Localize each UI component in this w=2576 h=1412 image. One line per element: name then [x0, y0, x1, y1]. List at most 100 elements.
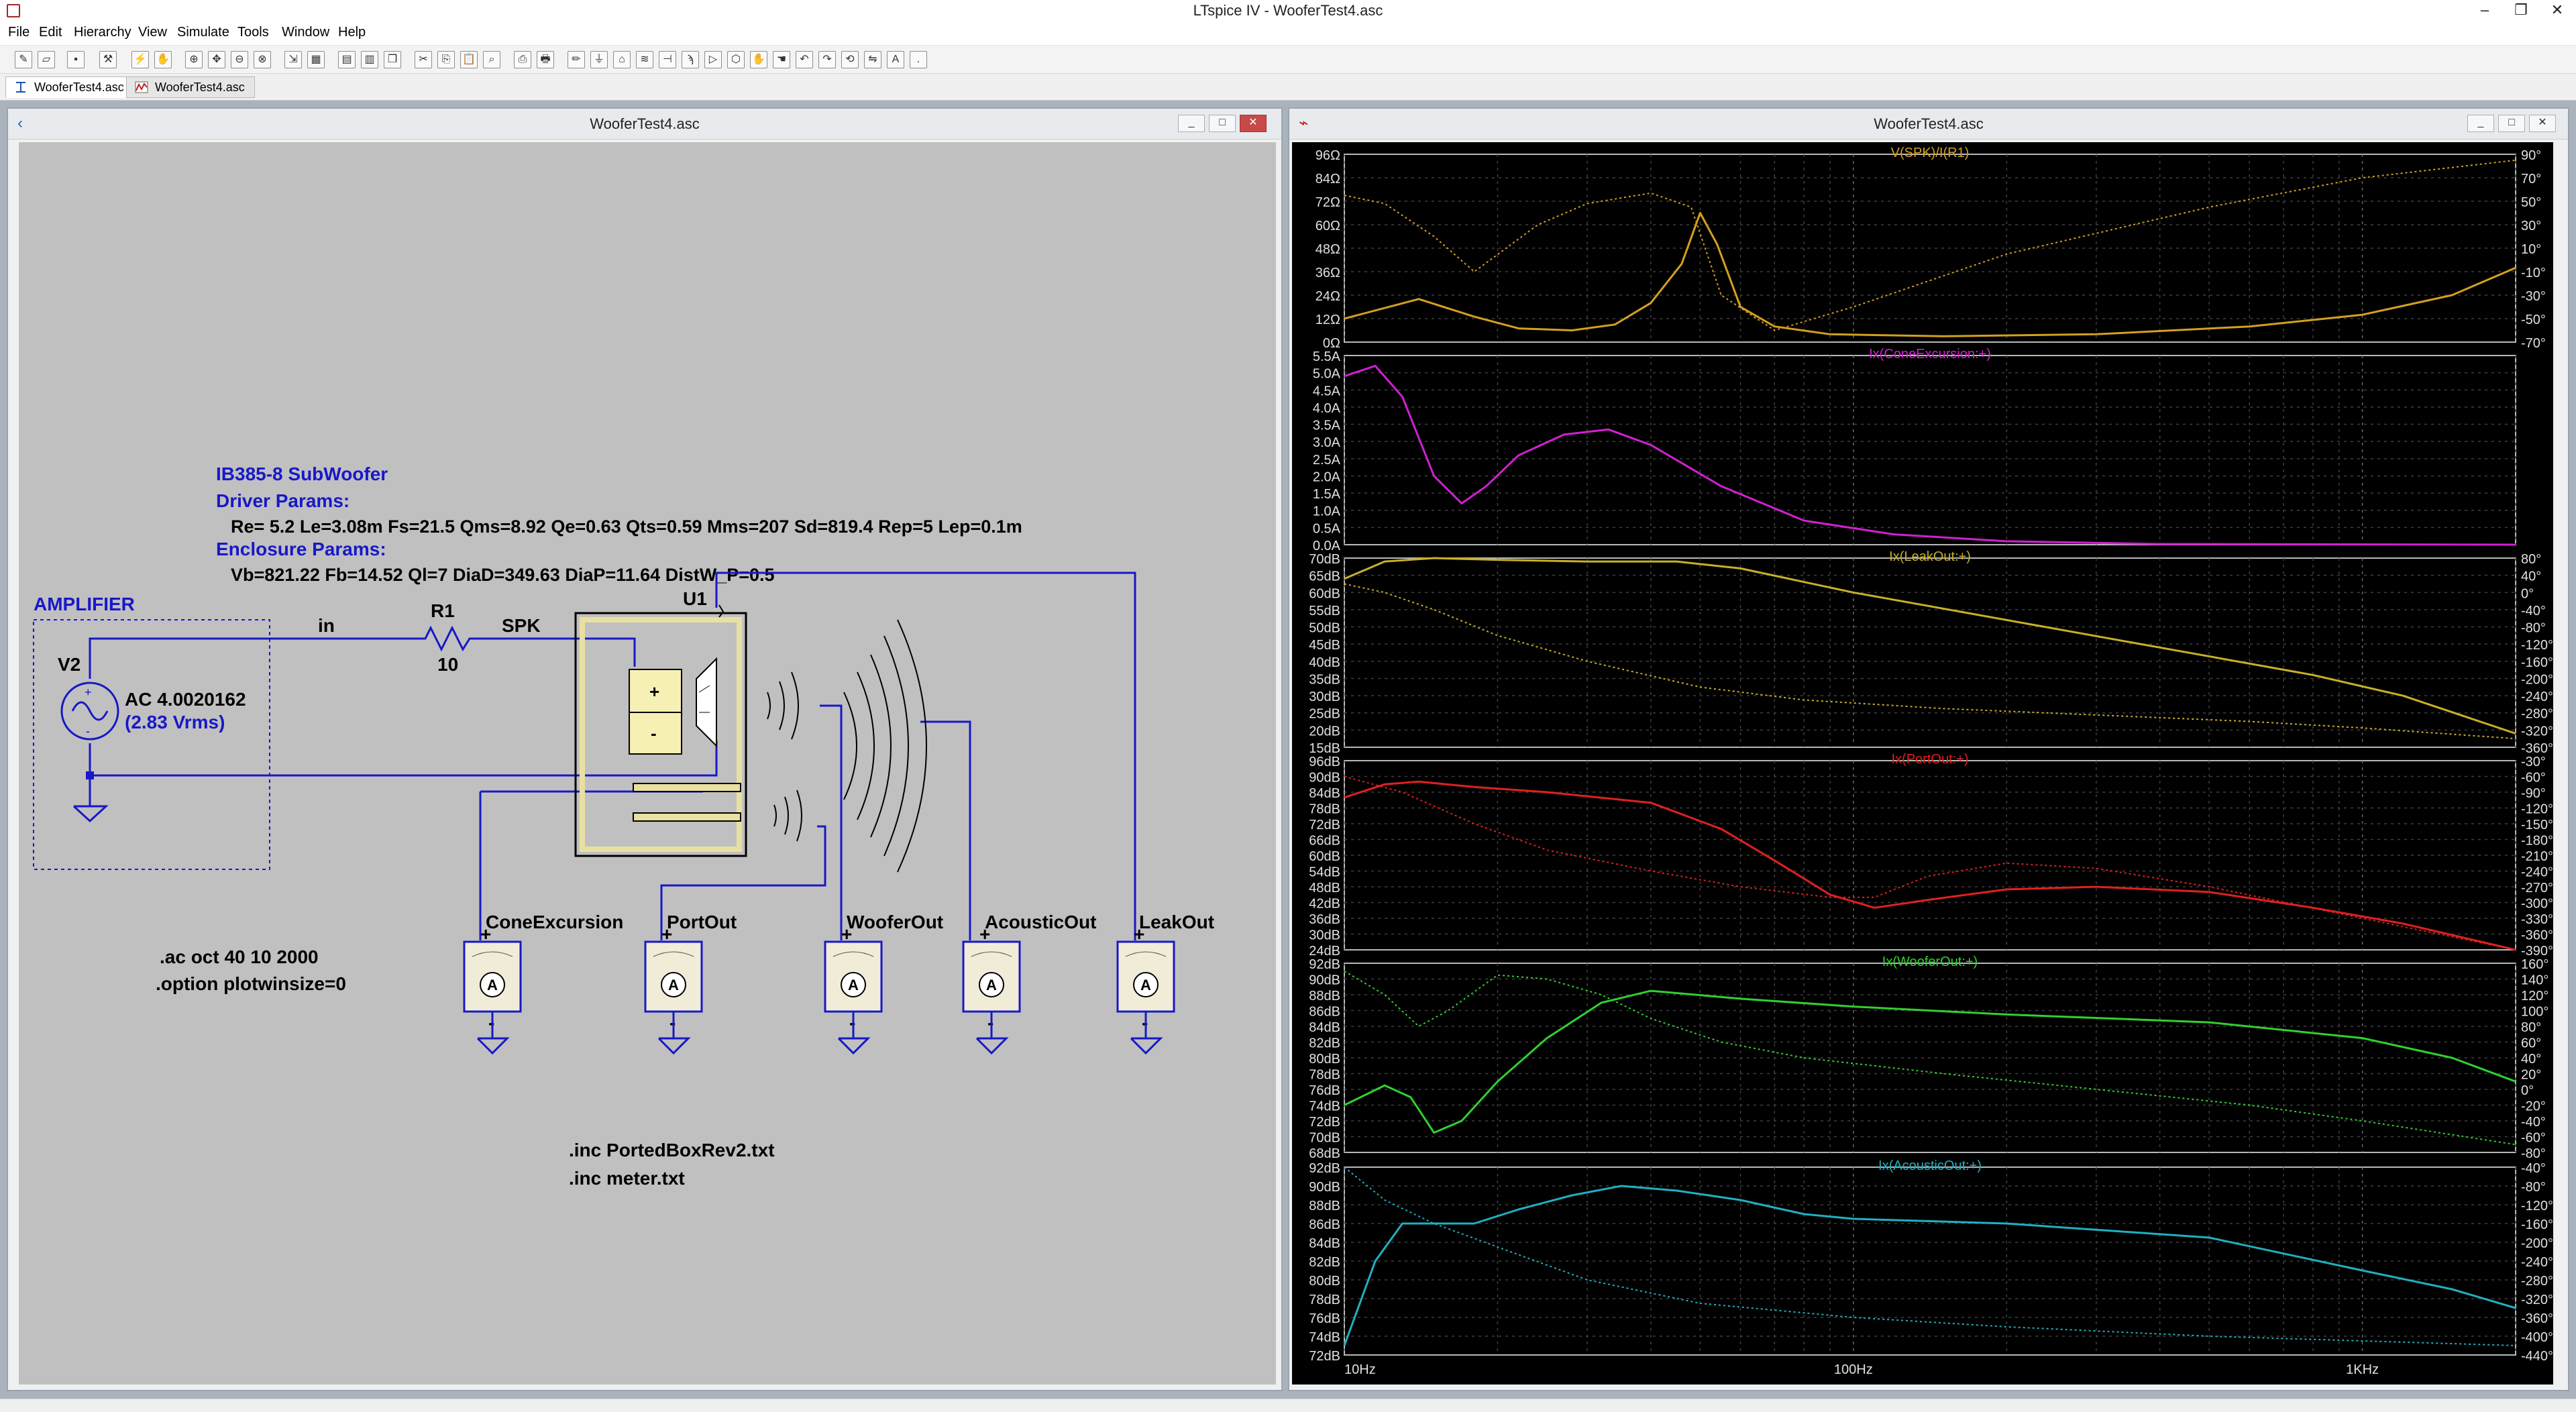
u1-name[interactable]: U1 [683, 588, 707, 609]
copy-icon[interactable]: ⎘ [437, 51, 455, 68]
menu-hierarchy[interactable]: Hierarchy [74, 25, 131, 40]
save-icon[interactable]: ▪ [67, 51, 85, 68]
capacitor-icon[interactable]: ⊣ [659, 51, 676, 68]
zoom-pan-icon[interactable]: ✥ [208, 51, 225, 68]
net-label-spk[interactable]: SPK [502, 615, 541, 636]
schematic-canvas[interactable]: IB385-8 SubWoofer Driver Params: Re= 5.2… [19, 142, 1276, 1384]
rotate-icon[interactable]: ⟲ [841, 51, 859, 68]
svg-text:A: A [986, 977, 997, 993]
meter-label-cone-excursion[interactable]: ConeExcursion [486, 912, 623, 932]
redo-icon[interactable]: ↷ [818, 51, 836, 68]
pane-4-right-tick: -90° [2521, 786, 2546, 801]
tab-waveform[interactable]: WooferTest4.asc [126, 76, 255, 98]
pane-3-left-tick: 25dB [1309, 707, 1340, 722]
new-schematic-icon[interactable]: ✎ [15, 51, 32, 68]
move-icon[interactable]: ✋ [750, 51, 767, 68]
driver-params-text[interactable]: Re= 5.2 Le=3.08m Fs=21.5 Qms=8.92 Qe=0.6… [231, 517, 1022, 537]
halt-icon[interactable]: ✋ [154, 51, 172, 68]
schematic-maximize-button[interactable]: □ [1209, 115, 1236, 132]
v2-source[interactable]: + - [60, 682, 119, 741]
meter-leak-out[interactable]: A + - [1116, 924, 1175, 1055]
schematic-window-titlebar[interactable]: ‹ WooferTest4.asc _ □ ✕ [8, 109, 1281, 140]
wires[interactable] [89, 572, 1136, 940]
draw-wire-icon[interactable]: ✏ [568, 51, 585, 68]
meter-label-acoustic-out[interactable]: AcousticOut [985, 912, 1096, 932]
tile-horizontal-icon[interactable]: ▤ [338, 51, 356, 68]
driver-params-label[interactable]: Driver Params: [216, 490, 350, 511]
component-icon[interactable]: ⬡ [727, 51, 745, 68]
close-button[interactable]: ✕ [2538, 0, 2576, 21]
inductor-icon[interactable]: ϡ [682, 51, 699, 68]
grid-icon[interactable]: ▦ [307, 51, 325, 68]
r1-resistor[interactable] [415, 625, 475, 652]
diode-icon[interactable]: ▷ [704, 51, 722, 68]
menu-simulate[interactable]: Simulate [177, 25, 229, 40]
menu-window[interactable]: Window [282, 25, 329, 40]
tab-schematic[interactable]: WooferTest4.asc [5, 76, 134, 98]
waveform-window-titlebar[interactable]: ⌁ WooferTest4.asc _ □ ✕ [1289, 109, 2568, 140]
directive-inc-meter[interactable]: .inc meter.txt [569, 1168, 685, 1189]
schematic-drawing[interactable]: IB385-8 SubWoofer Driver Params: Re= 5.2… [19, 142, 1276, 1384]
waveform-close-button[interactable]: ✕ [2529, 115, 2556, 132]
v2-value[interactable]: AC 4.0020162 [125, 689, 246, 710]
pane-1-right-tick: -70° [2521, 336, 2546, 351]
schematic-close-button[interactable]: ✕ [1240, 115, 1267, 132]
waveform-maximize-button[interactable]: □ [2498, 115, 2525, 132]
drag-icon[interactable]: ☚ [773, 51, 790, 68]
enclosure-params-label[interactable]: Enclosure Params: [216, 539, 386, 559]
meter-port-out[interactable]: A + - [644, 924, 703, 1055]
schematic-minimize-button[interactable]: _ [1178, 115, 1205, 132]
amplifier-label[interactable]: AMPLIFIER [34, 594, 135, 614]
menu-edit[interactable]: Edit [39, 25, 62, 40]
menu-file[interactable]: File [8, 25, 30, 40]
autorange-icon[interactable]: ⇲ [284, 51, 302, 68]
zoom-out-icon[interactable]: ⊖ [231, 51, 248, 68]
schematic-heading[interactable]: IB385-8 SubWoofer [216, 464, 388, 484]
menu-tools[interactable]: Tools [237, 25, 269, 40]
waveform-minimize-button[interactable]: _ [2467, 115, 2494, 132]
r1-value[interactable]: 10 [437, 654, 458, 675]
meter-cone-excursion[interactable]: A + - [463, 924, 522, 1055]
ground-symbol[interactable] [72, 775, 109, 823]
zoom-fit-icon[interactable]: ⊗ [254, 51, 271, 68]
control-panel-icon[interactable]: ⚒ [99, 51, 117, 68]
open-icon[interactable]: ▱ [38, 51, 55, 68]
cascade-icon[interactable]: ❐ [384, 51, 401, 68]
ground-icon[interactable]: ⏚ [590, 51, 608, 68]
directive-inc-ported-box[interactable]: .inc PortedBoxRev2.txt [569, 1140, 775, 1160]
mirror-icon[interactable]: ⇋ [864, 51, 881, 68]
restore-button[interactable]: ❐ [2502, 0, 2540, 21]
meter-label-leak-out[interactable]: LeakOut [1139, 912, 1214, 932]
minimize-button[interactable]: – [2466, 0, 2504, 21]
pane-4-left-tick: 78dB [1309, 802, 1340, 817]
net-label-in[interactable]: in [318, 615, 335, 636]
meter-label-woofer-out[interactable]: WooferOut [847, 912, 943, 932]
u1-speaker-symbol[interactable]: + - [574, 604, 747, 857]
cut-icon[interactable]: ✂ [415, 51, 432, 68]
r1-name[interactable]: R1 [431, 600, 455, 621]
zoom-in-icon[interactable]: ⊕ [185, 51, 203, 68]
waveform-plots[interactable]: 96Ω 84Ω 72Ω 60Ω 48Ω 36Ω 24Ω 12Ω 0Ω 90° 70° 50° 30° 10… [1292, 142, 2553, 1384]
print-icon[interactable]: 🖶 [537, 51, 554, 68]
directive-ac[interactable]: .ac oct 40 10 2000 [160, 946, 319, 967]
waveform-plot-area[interactable]: 96Ω 84Ω 72Ω 60Ω 48Ω 36Ω 24Ω 12Ω 0Ω 90° 70° 50° 30° 10… [1292, 142, 2553, 1384]
label-net-icon[interactable]: ⌂ [613, 51, 631, 68]
meter-label-port-out[interactable]: PortOut [667, 912, 737, 932]
find-icon[interactable]: ⌕ [483, 51, 500, 68]
meter-woofer-out[interactable]: A + - [824, 924, 883, 1055]
directive-option[interactable]: .option plotwinsize=0 [156, 973, 346, 994]
menu-help[interactable]: Help [338, 25, 366, 40]
undo-icon[interactable]: ↶ [796, 51, 813, 68]
meter-acoustic-out[interactable]: A + - [962, 924, 1021, 1055]
enclosure-params-text[interactable]: Vb=821.22 Fb=14.52 Ql=7 DiaD=349.63 DiaP… [231, 565, 775, 585]
tile-vertical-icon[interactable]: ▥ [361, 51, 378, 68]
menu-view[interactable]: View [138, 25, 167, 40]
text-icon[interactable]: A [887, 51, 904, 68]
print-setup-icon[interactable]: ⎙ [514, 51, 531, 68]
v2-rms-comment[interactable]: (2.83 Vrms) [125, 712, 225, 732]
v2-name[interactable]: V2 [58, 654, 80, 675]
run-icon[interactable]: ⚡ [131, 51, 149, 68]
resistor-icon[interactable]: ≋ [636, 51, 653, 68]
paste-icon[interactable]: 📋 [460, 51, 478, 68]
spice-directive-icon[interactable]: . [910, 51, 927, 68]
